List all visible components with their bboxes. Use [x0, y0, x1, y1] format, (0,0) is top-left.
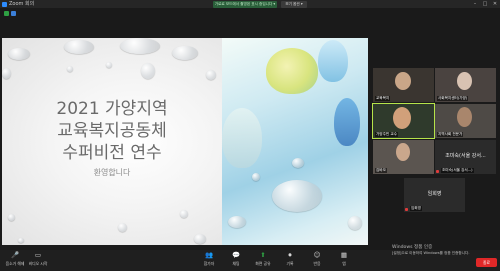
participant-name: 사회복지센터(가양)	[437, 96, 469, 101]
mic-muted-icon	[405, 208, 408, 211]
mic-muted-icon	[436, 170, 439, 173]
start-video-button[interactable]: ▭ 비디오 시작	[23, 252, 53, 267]
flask-image	[334, 98, 360, 146]
participant-video	[395, 72, 411, 90]
watermark-text: [설정]으로 이동하여 Windows를 정품 인증합니다.	[392, 250, 470, 255]
share-screen-icon: ⬆	[260, 251, 266, 259]
water-drop-icon	[67, 66, 73, 72]
water-drop-icon	[8, 48, 30, 60]
water-drop-icon	[252, 173, 260, 181]
participant-name: 임희영	[410, 206, 422, 211]
slide-title-line: 수퍼비전 연수	[62, 143, 162, 163]
minimize-icon[interactable]: –	[470, 0, 480, 8]
water-drop-icon	[272, 180, 322, 212]
participant-name: 지역사회 전문가	[437, 132, 464, 137]
water-drop-icon	[18, 238, 24, 243]
water-drop-icon	[8, 214, 15, 221]
participants-label: 참가자	[203, 260, 215, 266]
participant-video	[396, 143, 410, 161]
flask-image	[318, 40, 348, 82]
water-drop-icon	[172, 46, 198, 60]
maximize-icon[interactable]: □	[480, 0, 490, 8]
water-drop-icon	[120, 38, 160, 54]
water-drop-icon	[2, 68, 11, 79]
participant-tile[interactable]: 교육복지	[373, 68, 434, 102]
water-drop-icon	[141, 63, 155, 79]
water-drop-icon	[180, 210, 188, 218]
record-label: 기록	[286, 260, 294, 266]
water-drop-icon	[206, 70, 216, 80]
slide-title-line: 2021 가양지역	[56, 99, 168, 119]
water-drop-icon	[106, 62, 112, 68]
participant-video	[457, 72, 472, 90]
view-mode-banner[interactable]: 가로로 모드에서 촬영된 표시 중입니다 ▾	[213, 0, 277, 8]
flask-image	[222, 108, 262, 168]
participant-name: 교육복지	[375, 96, 391, 101]
chat-icon: 💬	[232, 251, 241, 259]
participant-tile[interactable]: 지역사회 전문가	[435, 104, 496, 138]
slide-image-panel	[222, 38, 368, 245]
reactions-icon: ☺	[313, 251, 321, 259]
apps-button[interactable]: ▦ 앱	[329, 252, 359, 267]
zoom-logo-icon	[2, 1, 7, 7]
water-drop-icon	[194, 234, 206, 244]
participant-name: 조미숙(서울 강서...)	[441, 168, 474, 173]
participant-video	[393, 107, 411, 129]
slide-title: 2021 가양지역 교육복지공동체 수퍼비전 연수	[2, 98, 222, 164]
participant-name: 가양주민 교수	[375, 132, 398, 137]
participant-tile[interactable]: 김바오	[373, 140, 434, 174]
apps-icon: ▦	[340, 251, 348, 259]
participant-name-center: 임희영	[427, 191, 442, 197]
close-icon[interactable]: ✕	[490, 0, 500, 8]
participants-button[interactable]: 👥 참가자	[194, 252, 224, 267]
water-drop-icon	[228, 216, 246, 228]
participant-tile[interactable]: 임희영 임희영	[404, 178, 465, 212]
view-options-button[interactable]: 보기 옵션 ▾	[281, 0, 307, 8]
slide-subtitle: 환영합니다	[93, 168, 131, 177]
participant-tile[interactable]: 사회복지센터(가양)	[435, 68, 496, 102]
flask-image	[266, 48, 318, 94]
video-icon: ▭	[34, 251, 42, 259]
water-drop-icon	[292, 158, 304, 168]
security-shield-icon[interactable]	[4, 11, 9, 16]
chat-label: 채팅	[232, 260, 240, 266]
microphone-icon: 🎤	[11, 251, 20, 259]
video-label: 비디오 시작	[28, 260, 48, 266]
water-drop-icon	[64, 40, 94, 54]
window-title: Zoom 회의	[9, 1, 35, 7]
windows-activation-watermark: Windows 정품 인증 [설정]으로 이동하여 Windows를 정품 인증…	[392, 244, 469, 256]
share-screen-button[interactable]: ⬆ 화면 공유	[248, 252, 278, 267]
meeting-info-icon[interactable]	[11, 11, 16, 16]
participant-video	[457, 107, 472, 127]
water-drop-icon	[118, 223, 127, 232]
participant-tile-active-speaker[interactable]: 가양주민 교수	[372, 103, 435, 139]
water-drop-icon	[348, 216, 362, 230]
apps-label: 앱	[342, 260, 346, 266]
watermark-title: Windows 정품 인증	[392, 245, 433, 250]
reactions-button[interactable]: ☺ 반응	[302, 252, 332, 267]
reactions-label: 반응	[313, 260, 321, 266]
share-screen-label: 화면 공유	[255, 260, 271, 266]
record-button[interactable]: ⏺ 기록	[275, 252, 305, 267]
slide-title-line: 교육복지공동체	[57, 121, 167, 141]
participant-name: 김바오	[375, 168, 387, 173]
shared-slide: 2021 가양지역 교육복지공동체 수퍼비전 연수 환영합니다	[2, 38, 368, 245]
participant-name-center: 조미숙(서울 강서...	[445, 153, 486, 159]
zoom-window: Zoom 회의 가로로 모드에서 촬영된 표시 중입니다 ▾ 보기 옵션 ▾ –…	[0, 0, 500, 271]
title-bar: Zoom 회의 가로로 모드에서 촬영된 표시 중입니다 ▾ 보기 옵션 ▾ –…	[0, 0, 500, 8]
end-meeting-button[interactable]: 종료	[476, 258, 497, 267]
chat-button[interactable]: 💬 채팅	[221, 252, 251, 267]
record-icon: ⏺	[288, 251, 292, 259]
participants-icon: 👥	[205, 251, 214, 259]
participant-tile[interactable]: 조미숙(서울 강서... 조미숙(서울 강서...)	[435, 140, 496, 174]
slide-text-panel: 2021 가양지역 교육복지공동체 수퍼비전 연수 환영합니다	[2, 38, 222, 245]
